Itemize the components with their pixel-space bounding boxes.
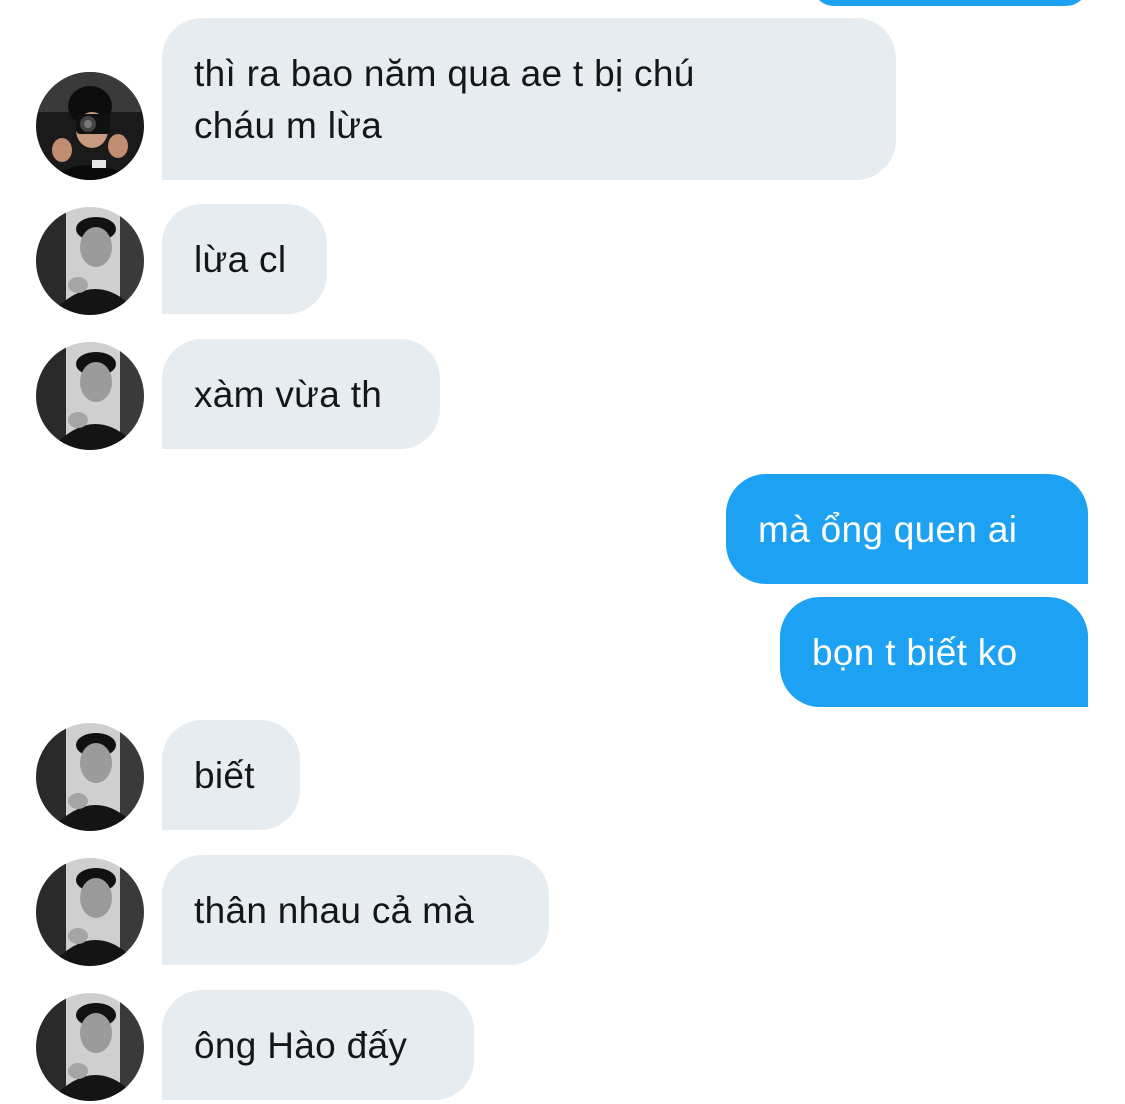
- message-text: ông Hào đấy: [194, 1025, 408, 1066]
- message-bubble-incoming[interactable]: biết: [162, 720, 300, 830]
- message-bubble-incoming[interactable]: thân nhau cả mà: [162, 855, 549, 965]
- message-bubble-incoming[interactable]: thì ra bao năm qua ae t bị chú cháu m lừ…: [162, 18, 896, 180]
- message-text: cháu m lừa: [194, 105, 383, 146]
- person-bw-avatar[interactable]: [36, 342, 144, 450]
- person-bw-avatar[interactable]: [36, 207, 144, 315]
- person-bw-avatar[interactable]: [36, 858, 144, 966]
- partial-outgoing-bubble[interactable]: [812, 0, 1088, 6]
- message-bubble-incoming[interactable]: lừa cl: [162, 204, 327, 314]
- message-bubble-outgoing[interactable]: mà ổng quen ai: [726, 474, 1088, 584]
- message-text: xàm vừa th: [194, 374, 383, 415]
- message-bubble-incoming[interactable]: ông Hào đấy: [162, 990, 474, 1100]
- message-text: biết: [194, 755, 255, 796]
- message-thread: thì ra bao năm qua ae t bị chú cháu m lừ…: [0, 0, 1125, 1104]
- message-text: bọn t biết ko: [812, 632, 1018, 673]
- message-bubble-incoming[interactable]: xàm vừa th: [162, 339, 440, 449]
- person-bw-avatar[interactable]: [36, 993, 144, 1101]
- person-bw-avatar[interactable]: [36, 723, 144, 831]
- message-text: mà ổng quen ai: [758, 509, 1018, 550]
- person-camera-avatar[interactable]: [36, 72, 144, 180]
- message-text: lừa cl: [194, 239, 287, 280]
- message-text: thì ra bao năm qua ae t bị chú: [194, 53, 695, 94]
- message-text: thân nhau cả mà: [194, 890, 475, 931]
- message-bubble-outgoing[interactable]: bọn t biết ko: [780, 597, 1088, 707]
